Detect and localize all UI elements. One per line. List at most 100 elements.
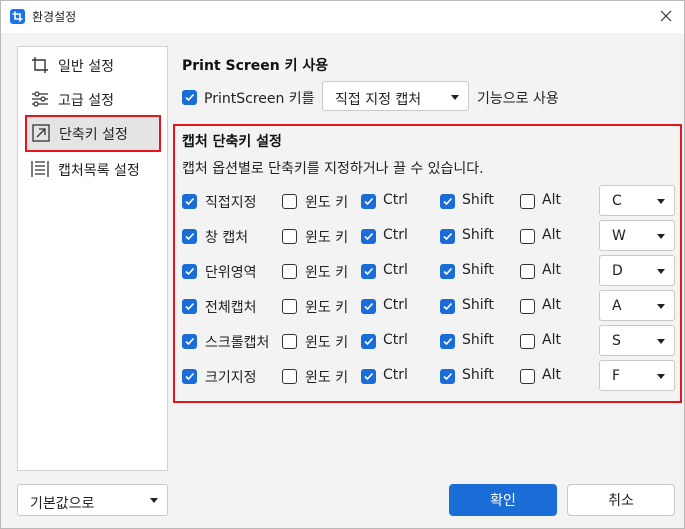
shortcut-name: 전체캡처 — [205, 300, 257, 316]
shift-modifier-checkbox[interactable] — [440, 264, 455, 279]
select-value: F — [612, 368, 621, 384]
win-modifier-checkbox[interactable] — [282, 369, 297, 384]
cancel-button[interactable]: 취소 — [567, 484, 675, 516]
ctrl-modifier-label: Ctrl — [383, 262, 408, 278]
win-modifier-label: 윈도 키 — [305, 300, 349, 316]
sidebar-item-capture-list[interactable]: 캡처목록 설정 — [26, 154, 159, 184]
ctrl-modifier-checkbox[interactable] — [361, 194, 376, 209]
select-value: D — [612, 263, 623, 279]
shortcut-name: 직접지정 — [205, 195, 257, 211]
shortcut-name: 창 캡처 — [205, 230, 249, 246]
shortcut-name: 크기지정 — [205, 370, 257, 386]
shift-modifier-label: Shift — [462, 192, 494, 208]
alt-modifier-checkbox[interactable] — [520, 369, 535, 384]
alt-modifier-label: Alt — [542, 332, 561, 348]
ctrl-modifier-label: Ctrl — [383, 332, 408, 348]
shift-modifier-checkbox[interactable] — [440, 334, 455, 349]
shift-modifier-label: Shift — [462, 297, 494, 313]
select-value: 직접 지정 캡처 — [335, 92, 422, 108]
win-modifier-label: 윈도 키 — [305, 195, 349, 211]
printscreen-section-title: Print Screen 키 사용 — [182, 58, 329, 74]
shortcut-group-title: 캡처 단축키 설정 — [182, 134, 282, 150]
sidebar-item-label: 고급 설정 — [58, 93, 114, 109]
alt-modifier-checkbox[interactable] — [520, 229, 535, 244]
ctrl-modifier-label: Ctrl — [383, 227, 408, 243]
preset-select[interactable]: 기본값으로 — [17, 484, 168, 516]
win-modifier-label: 윈도 키 — [305, 230, 349, 246]
printscreen-function-select[interactable]: 직접 지정 캡처 — [322, 81, 469, 111]
ctrl-modifier-checkbox[interactable] — [361, 229, 376, 244]
shortcut-enable-checkbox[interactable] — [182, 229, 197, 244]
shortcut-name: 단위영역 — [205, 265, 257, 281]
ctrl-modifier-checkbox[interactable] — [361, 299, 376, 314]
alt-modifier-label: Alt — [542, 367, 561, 383]
window-title: 환경설정 — [32, 10, 77, 24]
win-modifier-checkbox[interactable] — [282, 334, 297, 349]
win-modifier-checkbox[interactable] — [282, 264, 297, 279]
alt-modifier-checkbox[interactable] — [520, 264, 535, 279]
sidebar: 일반 설정 고급 설정 단축키 설정 캡처목록 설정 — [17, 46, 168, 471]
ctrl-modifier-checkbox[interactable] — [361, 334, 376, 349]
settings-window: 환경설정 일반 설정 고급 설정 단축키 설정 캡처목록 설정 Print Sc… — [0, 0, 685, 529]
printscreen-suffix: 기능으로 사용 — [477, 91, 559, 107]
shortcut-enable-checkbox[interactable] — [182, 264, 197, 279]
sidebar-item-label: 일반 설정 — [58, 59, 114, 75]
list-icon — [31, 161, 49, 177]
sidebar-item-advanced[interactable]: 고급 설정 — [26, 84, 159, 114]
chevron-down-icon — [657, 304, 665, 309]
shortcut-enable-checkbox[interactable] — [182, 194, 197, 209]
ctrl-modifier-checkbox[interactable] — [361, 369, 376, 384]
sidebar-item-general[interactable]: 일반 설정 — [26, 50, 159, 80]
app-icon — [10, 9, 25, 24]
shortcut-name: 스크롤캡처 — [205, 335, 270, 351]
printscreen-checkbox-label: PrintScreen 키를 — [204, 91, 315, 107]
win-modifier-label: 윈도 키 — [305, 370, 349, 386]
close-button[interactable] — [652, 3, 680, 29]
ctrl-modifier-label: Ctrl — [383, 297, 408, 313]
ctrl-modifier-label: Ctrl — [383, 192, 408, 208]
shortcut-key-select[interactable]: S — [599, 325, 675, 356]
ok-button[interactable]: 확인 — [449, 484, 557, 516]
printscreen-checkbox[interactable] — [182, 90, 197, 105]
sidebar-item-label: 캡처목록 설정 — [58, 163, 140, 179]
win-modifier-checkbox[interactable] — [282, 194, 297, 209]
sliders-icon — [32, 91, 48, 107]
alt-modifier-checkbox[interactable] — [520, 334, 535, 349]
shortcut-key-select[interactable]: F — [599, 360, 675, 391]
select-value: A — [612, 298, 622, 314]
shift-modifier-checkbox[interactable] — [440, 369, 455, 384]
chevron-down-icon — [657, 234, 665, 239]
shortcut-enable-checkbox[interactable] — [182, 299, 197, 314]
select-value: S — [612, 333, 621, 349]
shortcut-key-select[interactable]: D — [599, 255, 675, 286]
alt-modifier-checkbox[interactable] — [520, 299, 535, 314]
crop-icon — [32, 57, 48, 73]
win-modifier-checkbox[interactable] — [282, 229, 297, 244]
shortcut-enable-checkbox[interactable] — [182, 334, 197, 349]
chevron-down-icon — [657, 269, 665, 274]
win-modifier-label: 윈도 키 — [305, 335, 349, 351]
sidebar-item-shortcuts[interactable]: 단축키 설정 — [25, 115, 161, 152]
chevron-down-icon — [657, 374, 665, 379]
shortcut-enable-checkbox[interactable] — [182, 369, 197, 384]
alt-modifier-label: Alt — [542, 262, 561, 278]
alt-modifier-checkbox[interactable] — [520, 194, 535, 209]
shift-modifier-label: Shift — [462, 332, 494, 348]
shortcut-key-select[interactable]: W — [599, 220, 675, 251]
shortcut-group-description: 캡처 옵션별로 단축키를 지정하거나 끌 수 있습니다. — [182, 161, 484, 177]
shift-modifier-checkbox[interactable] — [440, 194, 455, 209]
ctrl-modifier-label: Ctrl — [383, 367, 408, 383]
chevron-down-icon — [451, 95, 459, 100]
chevron-down-icon — [657, 339, 665, 344]
ctrl-modifier-checkbox[interactable] — [361, 264, 376, 279]
shift-modifier-label: Shift — [462, 227, 494, 243]
title-bar: 환경설정 — [1, 1, 684, 33]
shortcut-key-select[interactable]: C — [599, 185, 675, 216]
arrow-box-icon — [32, 124, 50, 142]
win-modifier-checkbox[interactable] — [282, 299, 297, 314]
win-modifier-label: 윈도 키 — [305, 265, 349, 281]
shift-modifier-checkbox[interactable] — [440, 229, 455, 244]
shortcut-key-select[interactable]: A — [599, 290, 675, 321]
sidebar-item-label: 단축키 설정 — [59, 127, 128, 143]
shift-modifier-checkbox[interactable] — [440, 299, 455, 314]
